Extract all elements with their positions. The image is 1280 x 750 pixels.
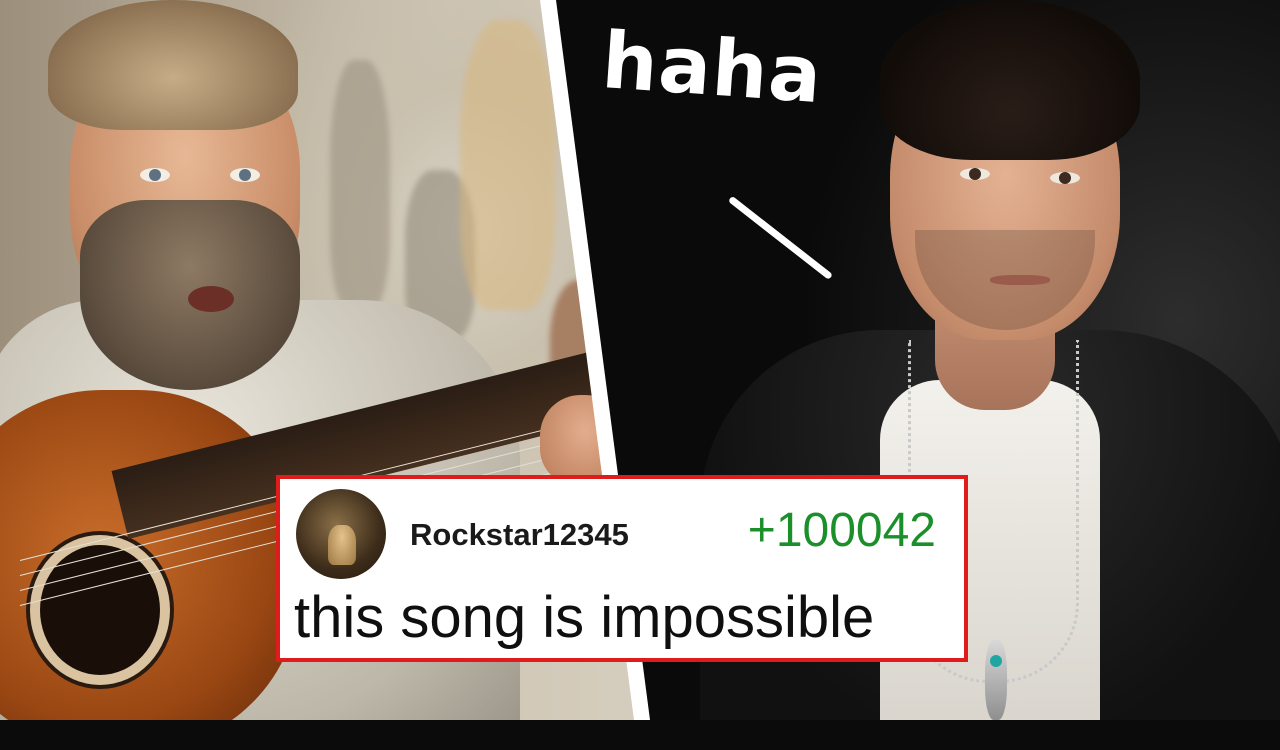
right-person-eye (960, 168, 990, 180)
user-avatar-icon (296, 489, 386, 579)
right-person-mouth (990, 275, 1050, 285)
necklace-pendant (985, 640, 1007, 720)
haha-caption: haha (599, 16, 826, 122)
comment-username: Rockstar12345 (410, 517, 629, 552)
comment-score: +100042 (747, 504, 936, 557)
wall-guitar-3 (460, 20, 555, 310)
wall-guitar-1 (330, 60, 390, 310)
right-person-hair (880, 0, 1140, 160)
right-person-eye (1050, 172, 1080, 184)
comment-card: Rockstar12345 +100042 this song is impos… (276, 475, 968, 662)
turquoise-charm (990, 655, 1002, 667)
left-person-eye (140, 168, 170, 182)
left-person-eye (230, 168, 260, 182)
comment-text: this song is impossible (294, 585, 875, 650)
left-person-hair (48, 0, 298, 130)
left-person-mouth (188, 286, 234, 312)
